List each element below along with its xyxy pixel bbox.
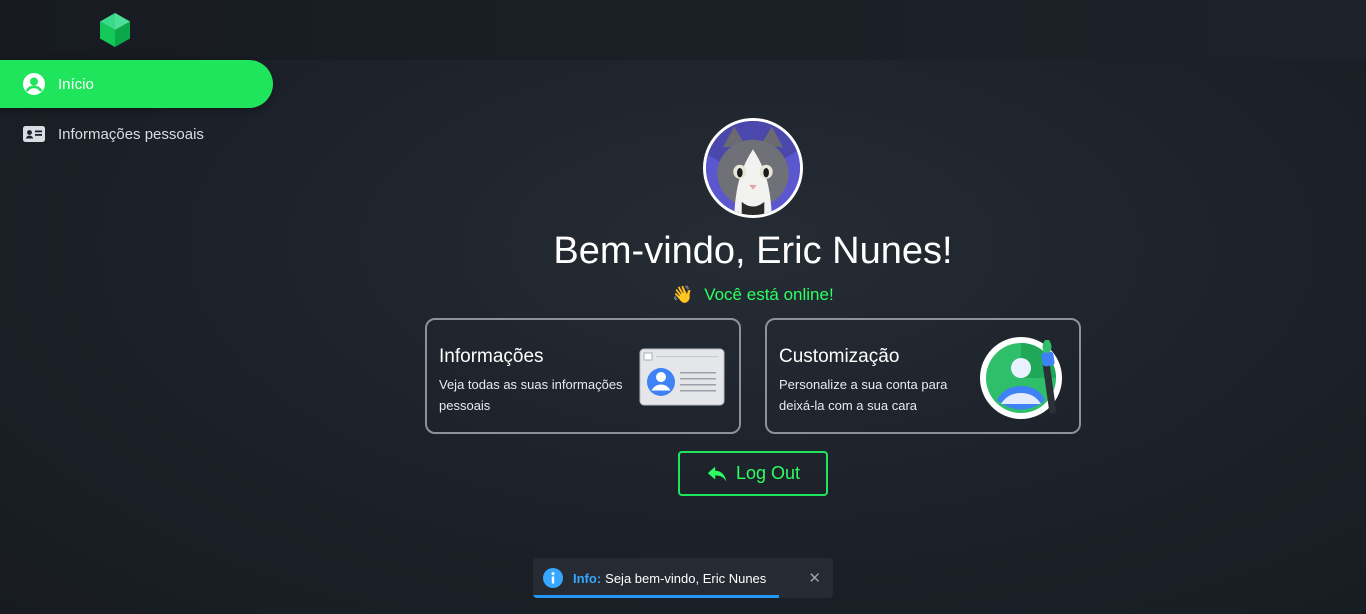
info-icon <box>543 568 563 588</box>
welcome-heading: Bem-vindo, Eric Nunes! <box>553 230 953 272</box>
reply-arrow-icon <box>706 463 728 485</box>
online-status-text: Você está online! <box>704 285 834 304</box>
waving-hand-icon: 👋 <box>672 285 694 304</box>
card-customizacao[interactable]: Customização Personalize a sua conta par… <box>765 318 1081 434</box>
toast-progress-bar <box>533 595 779 598</box>
logout-button[interactable]: Log Out <box>678 451 828 496</box>
id-card-illustration-icon <box>639 348 725 406</box>
card-description: Personalize a sua conta para deixá-la co… <box>779 377 948 413</box>
online-status: 👋 Você está online! <box>0 285 1366 305</box>
toast-message: Seja bem-vindo, Eric Nunes <box>605 570 767 586</box>
card-description: Veja todas as suas informações pessoais <box>439 377 623 413</box>
profile-paintbrush-icon <box>980 337 1062 419</box>
cat-avatar-image <box>706 121 800 215</box>
card-informacoes[interactable]: Informações Veja todas as suas informaçõ… <box>425 318 741 434</box>
avatar[interactable] <box>703 118 803 218</box>
logout-label: Log Out <box>735 463 801 483</box>
toast-label: Info: <box>573 570 602 586</box>
main-content: Bem-vindo, Eric Nunes! 👋 Você está onlin… <box>0 0 1366 614</box>
info-toast: Info: Seja bem-vindo, Eric Nunes ✕ <box>533 558 833 598</box>
close-icon[interactable]: ✕ <box>808 569 821 587</box>
app-root: Início Informações pessoais Bem-vindo, E… <box>0 0 1366 614</box>
